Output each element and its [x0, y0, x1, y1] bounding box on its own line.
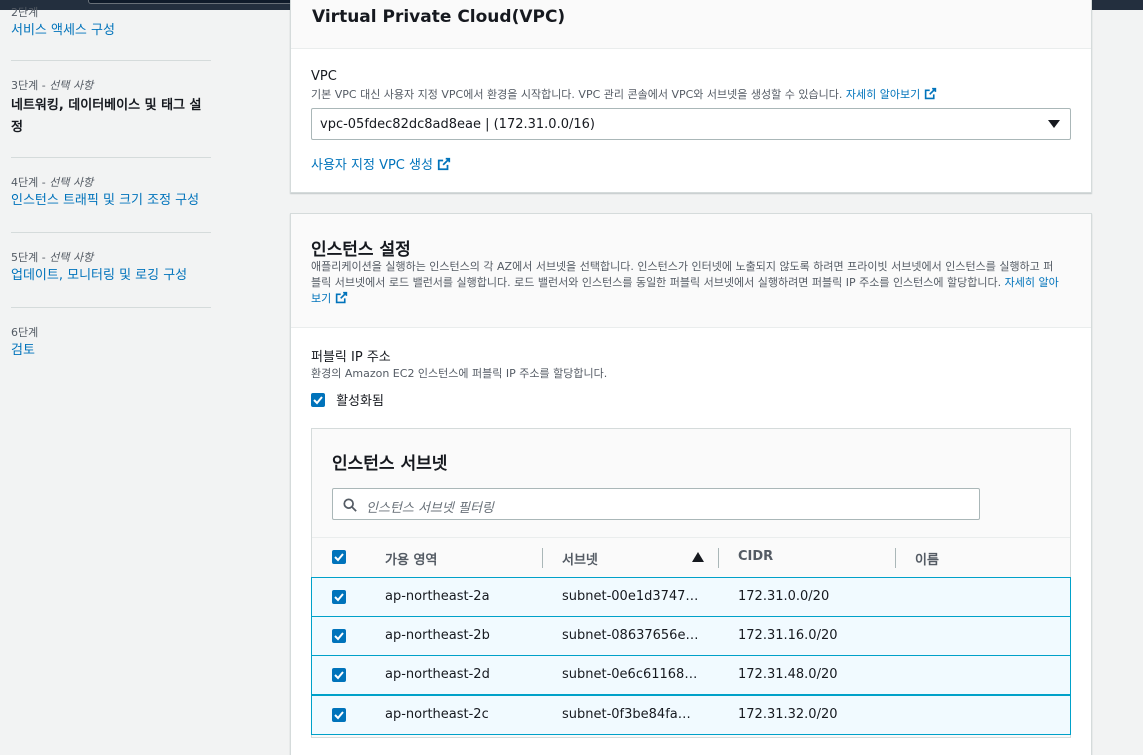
public-ip-checkbox[interactable] — [311, 392, 325, 407]
column-divider[interactable] — [542, 548, 543, 568]
cell-cidr: 172.31.32.0/20 — [738, 707, 838, 722]
step-divider — [11, 232, 211, 233]
cell-subnet: subnet-08637656e… — [562, 628, 699, 643]
external-link-icon — [336, 291, 348, 304]
check-icon — [334, 593, 344, 602]
step-number: 6단계 — [11, 326, 39, 339]
public-ip-checkbox-label: 활성화됨 — [336, 394, 384, 409]
table-row[interactable]: ap-northeast-2d subnet-0e6c61168… 172.31… — [311, 655, 1071, 695]
step-6: 6단계 검토 — [11, 324, 211, 362]
vpc-panel-header: Virtual Private Cloud(VPC) — [291, 0, 1091, 49]
step-4: 4단계 - 선택 사항 인스턴스 트래픽 및 크기 조정 구성 — [11, 174, 211, 212]
instance-subnets-table: 인스턴스 서브넷 인스턴스 서브넷 필터링 가용 영역 서브넷 CIDR 이름 … — [311, 428, 1071, 738]
cell-az: ap-northeast-2a — [385, 589, 490, 604]
instance-panel-title: 인스턴스 설정 — [311, 240, 411, 260]
vpc-select[interactable]: vpc-05fdec82dc8ad8eae | (172.31.0.0/16) — [311, 108, 1071, 140]
subnets-table-header: 가용 영역 서브넷 CIDR 이름 — [312, 537, 1070, 577]
check-icon — [313, 395, 323, 404]
external-link-icon — [925, 87, 937, 100]
vpc-description: 기본 VPC 대신 사용자 지정 VPC에서 환경을 시작합니다. VPC 관리… — [311, 87, 937, 103]
create-custom-vpc-link[interactable]: 사용자 지정 VPC 생성 — [311, 154, 451, 173]
public-ip-checkbox-row: 활성화됨 — [311, 389, 384, 409]
row-checkbox[interactable] — [332, 668, 346, 682]
step-3: 3단계 - 선택 사항 네트워킹, 데이터베이스 및 태그 설 정 — [11, 77, 211, 139]
column-header-az[interactable]: 가용 영역 — [385, 549, 437, 568]
vpc-panel-title: Virtual Private Cloud(VPC) — [312, 7, 566, 27]
learn-more-link[interactable]: 자세히 알아보기 — [846, 87, 937, 101]
learn-more-link[interactable]: 자세히 알아 — [1005, 276, 1059, 289]
check-icon — [334, 671, 344, 680]
cell-az: ap-northeast-2d — [385, 667, 490, 682]
vpc-select-value: vpc-05fdec82dc8ad8eae | (172.31.0.0/16) — [320, 117, 595, 132]
cell-subnet: subnet-0f3be84fa… — [562, 707, 691, 722]
check-icon — [334, 632, 344, 641]
step-link-monitoring[interactable]: 업데이트, 모니터링 및 로깅 구성 — [11, 265, 211, 287]
subnets-table-title: 인스턴스 서브넷 — [332, 454, 448, 474]
check-icon — [334, 711, 344, 720]
table-row[interactable]: ap-northeast-2a subnet-00e1d3747… 172.31… — [311, 577, 1071, 617]
subnet-filter-placeholder: 인스턴스 서브넷 필터링 — [366, 501, 494, 516]
caret-down-icon — [1048, 120, 1060, 128]
learn-more-link-cont[interactable]: 보기 — [311, 291, 348, 305]
step-number: 3단계 - 선택 사항 — [11, 79, 94, 92]
step-divider — [11, 157, 211, 158]
step-divider — [11, 60, 211, 61]
vpc-label: VPC — [311, 69, 337, 84]
step-link-service-access[interactable]: 서비스 액세스 구성 — [11, 20, 211, 42]
step-number: 2단계 — [11, 6, 39, 19]
select-all-checkbox[interactable] — [332, 550, 346, 564]
step-divider — [11, 307, 211, 308]
column-header-subnet[interactable]: 서브넷 — [562, 549, 598, 568]
row-checkbox[interactable] — [332, 708, 346, 722]
column-divider[interactable] — [895, 548, 896, 568]
cell-subnet: subnet-0e6c61168… — [562, 667, 698, 682]
table-row[interactable]: ap-northeast-2c subnet-0f3be84fa… 172.31… — [311, 695, 1071, 735]
external-link-icon — [437, 157, 451, 171]
step-number: 4단계 - 선택 사항 — [11, 176, 94, 189]
public-ip-label: 퍼블릭 IP 주소 — [311, 350, 391, 365]
instance-panel-header: 인스턴스 설정 애플리케이션을 실행하는 인스턴스의 각 AZ에서 서브넷을 선… — [291, 214, 1091, 328]
step-current-networking: 네트워킹, 데이터베이스 및 태그 설 정 — [11, 98, 202, 135]
column-header-cidr[interactable]: CIDR — [738, 549, 773, 564]
cell-az: ap-northeast-2b — [385, 628, 490, 643]
column-divider[interactable] — [718, 548, 719, 568]
step-number: 5단계 - 선택 사항 — [11, 251, 94, 264]
step-2: 2단계 서비스 액세스 구성 — [11, 4, 211, 42]
row-checkbox[interactable] — [332, 629, 346, 643]
table-row[interactable]: ap-northeast-2b subnet-08637656e… 172.31… — [311, 616, 1071, 656]
vpc-panel: Virtual Private Cloud(VPC) VPC 기본 VPC 대신… — [290, 0, 1092, 193]
step-5: 5단계 - 선택 사항 업데이트, 모니터링 및 로깅 구성 — [11, 249, 211, 287]
cell-subnet: subnet-00e1d3747… — [562, 589, 699, 604]
column-header-name[interactable]: 이름 — [915, 549, 939, 568]
public-ip-description: 환경의 Amazon EC2 인스턴스에 퍼블릭 IP 주소를 할당합니다. — [311, 367, 608, 380]
search-icon — [343, 498, 357, 512]
instance-settings-panel: 인스턴스 설정 애플리케이션을 실행하는 인스턴스의 각 AZ에서 서브넷을 선… — [290, 213, 1092, 755]
sort-ascending-icon[interactable] — [692, 552, 704, 562]
check-icon — [334, 553, 344, 562]
instance-panel-description: 애플리케이션을 실행하는 인스턴스의 각 AZ에서 서브넷을 선택합니다. 인스… — [311, 260, 1059, 305]
cell-cidr: 172.31.48.0/20 — [738, 667, 838, 682]
cell-cidr: 172.31.0.0/20 — [738, 589, 830, 604]
wizard-steps-sidebar: 2단계 서비스 액세스 구성 3단계 - 선택 사항 네트워킹, 데이터베이스 … — [0, 6, 230, 755]
step-link-review[interactable]: 검토 — [11, 340, 211, 362]
subnet-filter-input[interactable]: 인스턴스 서브넷 필터링 — [332, 488, 980, 520]
cell-cidr: 172.31.16.0/20 — [738, 628, 838, 643]
row-checkbox[interactable] — [332, 590, 346, 604]
cell-az: ap-northeast-2c — [385, 707, 489, 722]
step-link-instance-traffic[interactable]: 인스턴스 트래픽 및 크기 조정 구성 — [11, 190, 211, 212]
